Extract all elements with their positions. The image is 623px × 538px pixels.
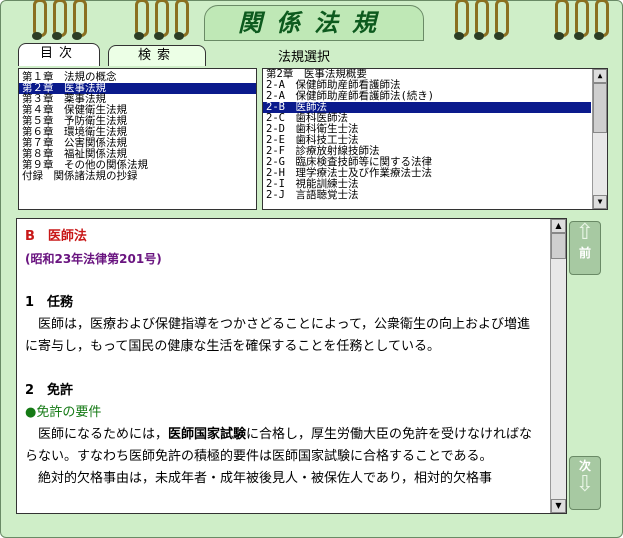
binder-ring [154,0,169,40]
app-title: 関係法規 [238,8,390,37]
binder-ring [554,0,569,40]
binder-ring [474,0,489,40]
app-title-tab: 関係法規 [204,5,424,41]
scroll-thumb[interactable] [551,233,566,259]
law-subtitle: (昭和23年法律第201号) [25,252,162,266]
scroll-down-button[interactable]: ▼ [593,195,607,209]
binder-ring [134,0,149,40]
content-scrollbar[interactable]: ▲ ▼ [550,219,566,513]
binder-ring [72,0,87,40]
law-select-label: 法規選択 [278,50,331,65]
binder-ring [594,0,609,40]
section-heading: 2 免許 [25,383,74,398]
binder-ring [174,0,189,40]
paragraph: 医師は，医療および保健指導をつかさどることによって，公衆衛生の向上および増進に寄… [25,317,531,354]
prev-label: 前 [578,246,591,260]
paragraph: 医師になるためには，医師国家試験に合格し，厚生労働大臣の免許を受けなければならな… [25,424,536,468]
next-button[interactable]: 次 ⇩ [569,456,601,510]
binder-ring [52,0,67,40]
binder-ring [574,0,589,40]
scroll-up-button[interactable]: ▲ [593,69,607,83]
toc-item[interactable]: 付録 関係諸法規の抄録 [19,171,256,182]
tab-search[interactable]: 検索 [108,45,206,66]
scroll-up-button[interactable]: ▲ [551,219,566,233]
law-list-scrollbar[interactable]: ▲ ▼ [592,69,607,209]
arrow-up-icon: ⇧ [575,220,595,245]
section-heading: 1 任務 [25,295,74,310]
toc-list[interactable]: 第１章 法規の概念 第２章 医事法規 第３章 薬事法規 第４章 保健衛生法規 第５章 予… [18,68,257,210]
paragraph: 絶対的欠格事由は，未成年者・成年被後見人・被保佐人であり，相対的欠格事 [25,471,492,486]
app-window: 関係法規 目次 検索 法規選択 第１章 法規の概念 第２章 医事法規 第３章 薬事法… [0,0,623,538]
binder-ring [454,0,469,40]
law-content-panel: B 医師法 (昭和23年法律第201号) 1 任務 医師は，医療および保健指導を… [16,218,567,514]
law-title: B 医師法 [25,229,87,244]
binder-ring [494,0,509,40]
emphasis-text: 医師国家試験 [168,427,247,442]
scroll-down-button[interactable]: ▼ [551,499,566,513]
law-item[interactable]: 2-J 言語聴覚士法 [263,190,591,201]
law-text: B 医師法 (昭和23年法律第201号) 1 任務 医師は，医療および保健指導を… [17,219,566,490]
prev-button[interactable]: ⇧ 前 [569,221,601,275]
tab-contents[interactable]: 目次 [18,43,100,66]
paragraph-text: 医師になるためには， [25,427,169,442]
binder-ring [32,0,47,40]
law-list[interactable]: 第2章 医事法規概要 2-A 保健師助産師看護師法 2-A 保健師助産師看護師法(続… [262,68,608,210]
sub-heading: ●免許の要件 [25,405,102,420]
arrow-down-icon: ⇩ [575,472,595,497]
scroll-thumb[interactable] [593,83,607,133]
